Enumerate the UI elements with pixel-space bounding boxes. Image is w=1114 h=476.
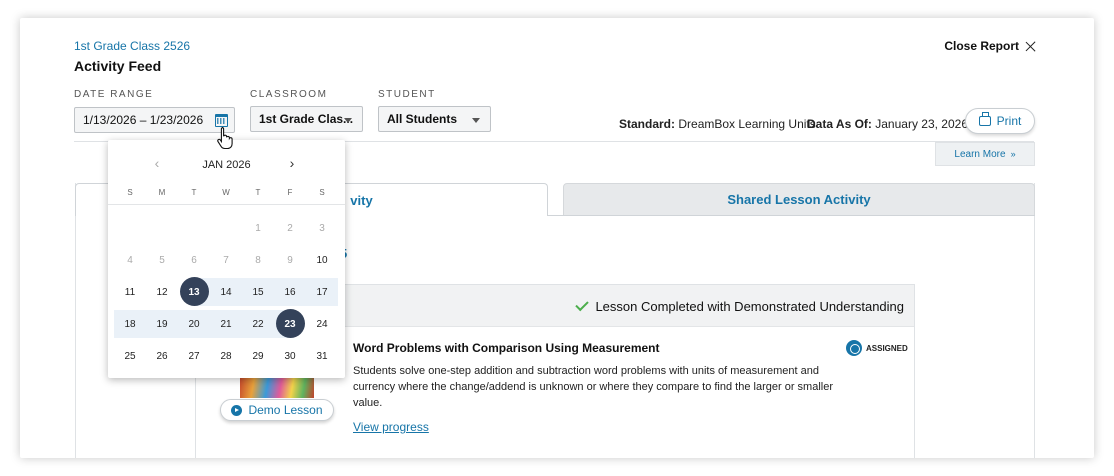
print-button[interactable]: Print bbox=[965, 108, 1035, 134]
calendar-day-27[interactable]: 27 bbox=[178, 342, 210, 370]
calendar-day-2: 2 bbox=[287, 222, 293, 234]
demo-lesson-button[interactable]: Demo Lesson bbox=[220, 399, 334, 421]
tab-underline bbox=[548, 215, 1035, 216]
calendar-day-28[interactable]: 28 bbox=[210, 342, 242, 370]
student-value: All Students bbox=[387, 112, 458, 126]
close-report-button[interactable]: Close Report bbox=[944, 39, 1036, 53]
tab-label: vity bbox=[350, 192, 373, 208]
weekday-header: M bbox=[158, 188, 166, 197]
calendar-day-22[interactable]: 22 bbox=[242, 310, 274, 338]
standard-label: Standard: bbox=[619, 117, 676, 131]
learn-more-button[interactable]: Learn More » bbox=[935, 142, 1035, 166]
report-card: 1st Grade Class 2526 Activity Feed Close… bbox=[20, 18, 1094, 458]
calendar-day-1: 1 bbox=[255, 222, 261, 234]
printer-icon bbox=[978, 112, 991, 126]
check-icon bbox=[575, 297, 590, 312]
hand-pointer-icon bbox=[217, 126, 233, 150]
weekday-header: S bbox=[319, 188, 325, 197]
calendar-day-25[interactable]: 25 bbox=[114, 342, 146, 370]
close-icon bbox=[1025, 41, 1036, 52]
print-label: Print bbox=[996, 114, 1022, 128]
calendar-day-5: 5 bbox=[159, 254, 165, 266]
data-as-of-info: Data As Of: January 23, 2026 bbox=[807, 117, 968, 131]
calendar-day-11[interactable]: 11 bbox=[114, 278, 146, 306]
view-progress-link[interactable]: View progress bbox=[353, 420, 429, 434]
calendar-day-10[interactable]: 10 bbox=[306, 246, 338, 274]
play-icon bbox=[231, 404, 243, 416]
date-range-value: 1/13/2026 – 1/23/2026 bbox=[83, 113, 204, 127]
calendar-day-23[interactable]: 23 bbox=[274, 309, 306, 338]
assigned-label: ASSIGNED bbox=[866, 343, 908, 353]
calendar-day-7: 7 bbox=[223, 254, 229, 266]
data-as-of-label: Data As Of: bbox=[807, 117, 872, 131]
assigned-badge: ASSIGNED bbox=[846, 340, 908, 356]
assigned-icon bbox=[846, 340, 862, 356]
classroom-select[interactable]: 1st Grade Clas... bbox=[250, 106, 363, 132]
student-select[interactable]: All Students bbox=[378, 106, 491, 132]
calendar-day-31[interactable]: 31 bbox=[306, 342, 338, 370]
calendar-day-4: 4 bbox=[127, 254, 133, 266]
weekday-header: T bbox=[255, 188, 261, 197]
close-report-label: Close Report bbox=[944, 39, 1019, 53]
calendar-day-20[interactable]: 20 bbox=[178, 310, 210, 338]
calendar-day-26[interactable]: 26 bbox=[146, 342, 178, 370]
tab-shared-lesson-activity[interactable]: Shared Lesson Activity bbox=[563, 183, 1035, 216]
page-title: Activity Feed bbox=[74, 58, 162, 74]
lesson-title: Word Problems with Comparison Using Meas… bbox=[353, 341, 660, 355]
calendar-day-13[interactable]: 13 bbox=[178, 277, 210, 306]
calendar-day-3: 3 bbox=[319, 222, 325, 234]
class-link[interactable]: 1st Grade Class 2526 bbox=[74, 39, 190, 53]
date-range-input[interactable]: 1/13/2026 – 1/23/2026 bbox=[74, 107, 235, 133]
date-picker-popup: ‹ JAN 2026 › SMTWTFS 1 2 3 4 5 6 7 8 9 10 11 12 13 14… bbox=[108, 140, 345, 378]
calendar-day-8: 8 bbox=[255, 254, 261, 266]
lesson-description: Students solve one-step addition and sub… bbox=[353, 365, 833, 409]
standard-value: DreamBox Learning Units bbox=[678, 117, 816, 131]
double-chevron-down-icon: » bbox=[1010, 148, 1016, 159]
date-range-label: DATE RANGE bbox=[74, 89, 154, 100]
calendar-day-30[interactable]: 30 bbox=[274, 342, 306, 370]
calendar-day-21[interactable]: 21 bbox=[210, 310, 242, 338]
calendar-day-16[interactable]: 16 bbox=[274, 278, 306, 306]
calendar-day-15[interactable]: 15 bbox=[242, 278, 274, 306]
calendar-day-9: 9 bbox=[287, 254, 293, 266]
calendar-day-19[interactable]: 19 bbox=[146, 310, 178, 338]
calendar-day-12[interactable]: 12 bbox=[146, 278, 178, 306]
tab-label: Shared Lesson Activity bbox=[727, 192, 871, 207]
calendar-month: JAN 2026 bbox=[202, 159, 251, 171]
calendar-day-24[interactable]: 24 bbox=[306, 310, 338, 338]
lesson-status: Lesson Completed with Demonstrated Under… bbox=[575, 297, 904, 314]
next-month-button[interactable]: › bbox=[285, 155, 299, 171]
weekday-header: W bbox=[222, 188, 230, 197]
classroom-label: CLASSROOM bbox=[250, 89, 328, 100]
classroom-value: 1st Grade Clas... bbox=[259, 112, 354, 126]
chevron-down-icon bbox=[472, 118, 480, 123]
calendar-day-14[interactable]: 14 bbox=[210, 278, 242, 306]
calendar-day-29[interactable]: 29 bbox=[242, 342, 274, 370]
calendar-day-6: 6 bbox=[191, 254, 197, 266]
learn-more-label: Learn More bbox=[954, 148, 1006, 160]
calendar-divider bbox=[108, 204, 345, 205]
weekday-header: F bbox=[287, 188, 293, 197]
student-label: STUDENT bbox=[378, 89, 436, 100]
weekday-header: T bbox=[191, 188, 197, 197]
data-as-of-value: January 23, 2026 bbox=[875, 117, 968, 131]
standard-info: Standard: DreamBox Learning Units bbox=[619, 117, 816, 131]
weekday-header: S bbox=[127, 188, 133, 197]
calendar-day-18[interactable]: 18 bbox=[114, 310, 146, 338]
demo-lesson-label: Demo Lesson bbox=[248, 403, 323, 417]
chevron-down-icon bbox=[344, 118, 352, 123]
calendar-day-17[interactable]: 17 bbox=[306, 278, 338, 306]
lesson-status-label: Lesson Completed with Demonstrated Under… bbox=[595, 299, 904, 314]
